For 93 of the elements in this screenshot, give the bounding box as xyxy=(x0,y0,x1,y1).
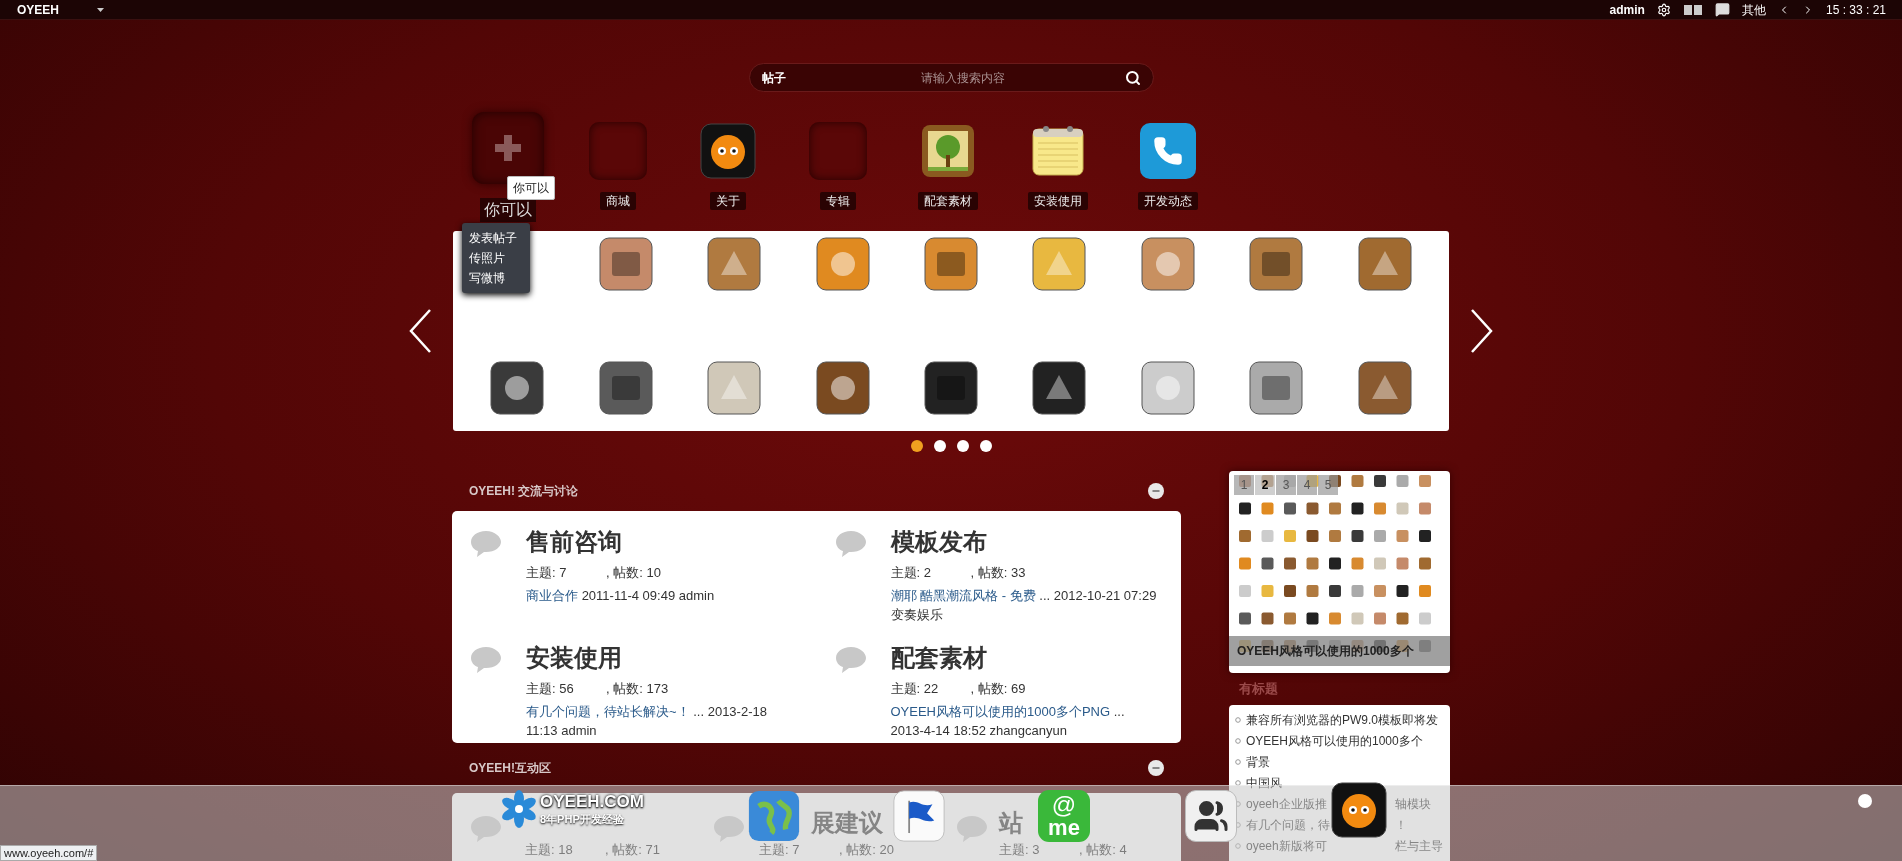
app-icon[interactable] xyxy=(1032,361,1087,415)
last-post-info: OYEEH风格可以使用的1000多个PNG ... 2013-4-14 18:52 zhangcanyun xyxy=(890,702,1126,740)
shortcut-label[interactable]: 专辑 xyxy=(820,192,856,210)
list-link[interactable]: 背景 xyxy=(1246,752,1270,771)
post-count: , 帖数: 4 xyxy=(1079,842,1127,857)
menu-item[interactable]: 传照片 xyxy=(462,248,530,268)
bullet-icon xyxy=(1235,842,1241,849)
round-toggle-icon[interactable] xyxy=(1858,794,1872,808)
topic-count: 主题: 7 xyxy=(759,842,801,857)
app-icon[interactable] xyxy=(1357,361,1412,415)
shortcut-label[interactable]: 商城 xyxy=(600,192,636,210)
search-field[interactable]: 帖子 请输入搜索内容 xyxy=(748,63,1154,92)
last-post-link[interactable]: 有几个问题，待站长解决~！ xyxy=(526,703,690,719)
shortcut-label[interactable]: 你可以 xyxy=(480,198,536,222)
bullet-icon xyxy=(1235,737,1241,744)
cartoon-face-icon[interactable] xyxy=(700,123,756,179)
site-logo[interactable]: OYEEH.COM xyxy=(540,792,644,812)
app-icon[interactable] xyxy=(598,237,653,291)
speech-bubble-icon xyxy=(712,814,746,844)
bullet-icon xyxy=(1235,758,1241,765)
menu-item[interactable]: 写微博 xyxy=(462,268,530,288)
section-title: OYEEH!互动区 xyxy=(469,760,551,777)
plus-icon xyxy=(493,133,523,163)
search-scope[interactable]: 帖子 xyxy=(761,68,822,87)
last-post-info: 商业合作 2011-11-4 09:49 admin xyxy=(526,586,716,605)
shortcut-label[interactable]: 配套素材 xyxy=(918,192,978,210)
app-icon[interactable] xyxy=(598,361,653,415)
speech-bubble-icon xyxy=(469,814,503,844)
list-link[interactable]: 兼容所有浏览器的PW9.0模板即将发 xyxy=(1246,710,1438,729)
chat-icon[interactable] xyxy=(1714,2,1730,17)
app-icon[interactable] xyxy=(490,361,545,415)
topic-count: 主题: 2 xyxy=(890,564,932,582)
speech-bubble-icon xyxy=(469,529,503,559)
forum-title[interactable]: 配套素材 xyxy=(890,643,1161,673)
forum-title[interactable]: 售前咨询 xyxy=(526,527,796,557)
cartoon-face-icon[interactable] xyxy=(1331,782,1387,838)
tooltip: 你可以 xyxy=(507,176,555,200)
last-post-info: 潮耶 酷黑潮流风格 - 免费 ... 2012-10-21 07:29 变奏娱乐 xyxy=(890,586,1158,624)
search-icon[interactable] xyxy=(1124,69,1141,86)
speech-bubble-icon xyxy=(833,529,868,559)
clock: 15 : 33 : 21 xyxy=(1825,1,1886,19)
settings-icon[interactable] xyxy=(1656,2,1671,17)
app-icon[interactable] xyxy=(924,361,978,415)
shortcut-label[interactable]: 安装使用 xyxy=(1028,192,1088,210)
book-icon[interactable] xyxy=(1682,3,1703,16)
post-count: , 帖数: 71 xyxy=(605,842,660,857)
topic-count: 主题: 56 xyxy=(526,680,575,698)
last-post-info: 有几个问题，待站长解决~！ ... 2013-2-18 11:13 admin xyxy=(526,702,768,740)
brand-menu[interactable]: OYEEH xyxy=(17,0,59,19)
list-link[interactable]: OYEEH风格可以使用的1000多个 xyxy=(1246,731,1423,750)
sidebar-heading: 有标题 xyxy=(1239,680,1278,699)
gallery-page-tab[interactable]: 5 xyxy=(1318,475,1338,495)
menu-item[interactable]: 发表帖子 xyxy=(462,228,530,248)
people-icon[interactable] xyxy=(1185,790,1237,842)
post-count: , 帖数: 33 xyxy=(970,564,1026,582)
bullet-icon xyxy=(1235,800,1241,807)
post-count: , 帖数: 69 xyxy=(970,680,1026,698)
status-url: www.oyeeh.com/# xyxy=(0,845,98,861)
other-menu[interactable]: 其他 xyxy=(1741,0,1766,19)
add-shortcut-button[interactable] xyxy=(472,112,544,184)
topic-count: 主题: 18 xyxy=(525,842,574,857)
app-icon[interactable] xyxy=(1249,237,1304,291)
topic-count: 主题: 7 xyxy=(526,564,568,582)
speech-bubble-icon xyxy=(955,814,989,844)
post-count: , 帖数: 20 xyxy=(839,842,894,857)
list-link[interactable]: 中国风 xyxy=(1246,773,1282,792)
notepad-icon[interactable] xyxy=(1030,123,1086,179)
last-post-link[interactable]: OYEEH风格可以使用的1000多个PNG xyxy=(890,703,1111,719)
forum-title[interactable]: 安装使用 xyxy=(526,643,796,673)
shortcut-label[interactable]: 关于 xyxy=(710,192,746,210)
caret-icon[interactable] xyxy=(97,7,104,12)
post-count: , 帖数: 173 xyxy=(606,680,669,698)
speech-bubble-icon xyxy=(833,645,868,675)
forum-title[interactable]: 模板发布 xyxy=(890,527,1161,557)
post-count: , 帖数: 10 xyxy=(606,564,661,582)
last-post-link[interactable]: 潮耶 酷黑潮流风格 - 免费 xyxy=(890,587,1036,603)
gallery-page-tab[interactable]: 2 xyxy=(1255,475,1275,495)
last-post-link[interactable]: 商业合作 xyxy=(526,587,578,603)
gallery-caption[interactable]: OYEEH风格可以使用的1000多个 xyxy=(1237,642,1414,660)
topic-count: 主题: 22 xyxy=(890,680,940,698)
bullet-icon xyxy=(1235,779,1241,786)
topic-count: 主题: 3 xyxy=(999,842,1041,857)
site-slogan: 8年PHP开发经验 xyxy=(540,812,625,826)
speech-bubble-icon xyxy=(469,645,503,675)
flag-icon[interactable] xyxy=(893,790,945,842)
tree-window-icon[interactable] xyxy=(920,123,976,179)
user-name[interactable]: admin xyxy=(1609,0,1645,19)
bullet-icon xyxy=(1235,716,1241,723)
phone-icon[interactable] xyxy=(1140,123,1196,179)
section-title: OYEEH! 交流与讨论 xyxy=(469,483,579,500)
shortcut-label[interactable]: 开发动态 xyxy=(1138,192,1198,210)
app-icon[interactable] xyxy=(815,361,870,415)
bullet-icon xyxy=(1235,821,1241,828)
